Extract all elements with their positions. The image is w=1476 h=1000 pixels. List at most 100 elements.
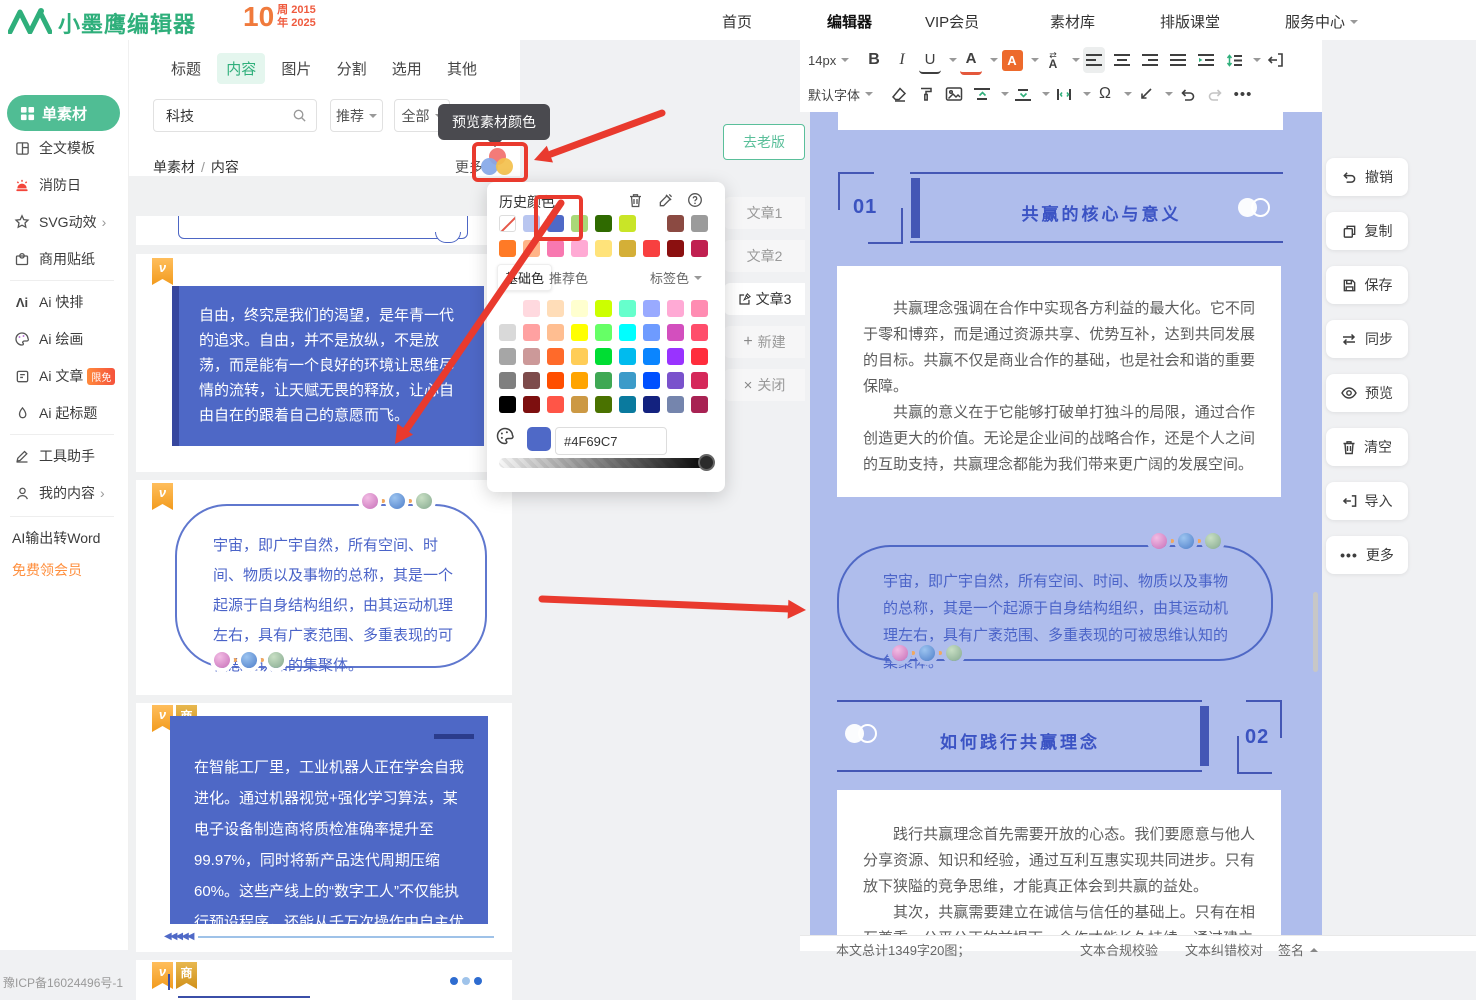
sidebar-item-free-vip[interactable]: 免费领会员 [12,558,82,582]
color-swatch[interactable] [643,240,660,257]
save-button[interactable]: 保存 [1326,266,1408,304]
sidebar-item-ai-to-word[interactable]: AI输出转Word [12,526,100,550]
color-swatch[interactable] [691,240,708,257]
format-painter-icon[interactable] [915,81,937,107]
underline-button[interactable]: U [919,46,941,74]
color-swatch[interactable] [499,300,516,317]
alpha-slider-knob[interactable] [698,454,715,471]
color-swatch[interactable] [547,324,564,341]
canvas-scrollbar[interactable] [1313,592,1318,672]
margin-top-icon[interactable] [971,81,993,107]
material-card[interactable]: ν 自由，终究是我们的渴望，是年青一代的追求。自由，并不是放纵，不是放荡，而是能… [136,254,512,472]
align-justify-button[interactable] [1167,47,1189,73]
margin-bottom-icon[interactable] [1012,81,1034,107]
nav-materials[interactable]: 素材库 [1050,11,1095,32]
eraser-icon[interactable] [887,81,909,107]
color-swatch[interactable] [643,324,660,341]
sync-button[interactable]: 同步 [1326,320,1408,358]
nav-vip[interactable]: VIP会员 [925,11,979,32]
search-icon[interactable] [292,108,307,123]
color-swatch[interactable] [571,240,588,257]
color-swatch[interactable] [643,372,660,389]
color-swatch[interactable] [691,300,708,317]
new-article-button[interactable]: +新建 [724,326,805,358]
color-swatch[interactable] [547,348,564,365]
tab-content[interactable]: 内容 [217,53,265,84]
color-swatch[interactable] [667,300,684,317]
color-swatch[interactable] [691,324,708,341]
tab-basic-colors[interactable]: 基础色 [497,264,552,291]
go-old-version-button[interactable]: 去老版 [723,124,805,160]
sidebar-item-ai-title[interactable]: Ai 起标题 [12,401,97,425]
palette-icon[interactable] [495,426,515,446]
italic-button[interactable]: I [891,47,913,73]
font-size-select[interactable]: 14px [808,53,856,68]
color-swatch[interactable] [643,348,660,365]
trash-icon[interactable] [625,190,645,210]
tab-divider[interactable]: 分割 [328,53,376,84]
font-color-button[interactable]: A [960,46,982,75]
more-button[interactable]: 更多 [455,157,483,177]
image-icon[interactable] [943,81,965,107]
color-swatch[interactable] [595,348,612,365]
tab-image[interactable]: 图片 [272,53,320,84]
hex-color-input[interactable] [555,427,667,455]
letter-spacing-button[interactable]: ⇄A [1042,47,1064,73]
color-swatch[interactable] [619,396,636,413]
sidebar-item-ai-drawing[interactable]: Ai 绘画 [12,327,83,351]
color-swatch[interactable] [547,396,564,413]
color-swatch[interactable] [691,396,708,413]
color-swatch[interactable] [523,396,540,413]
color-swatch[interactable] [667,240,684,257]
color-swatch[interactable] [523,348,540,365]
color-swatch[interactable] [643,396,660,413]
color-swatch[interactable] [667,215,684,232]
color-swatch[interactable] [571,348,588,365]
color-swatch[interactable] [619,324,636,341]
sidebar-item-svg-motion[interactable]: SVG动效› [12,210,106,234]
nav-editor[interactable]: 编辑器 [827,11,872,32]
material-card[interactable]: ν 商 在智能工厂里，工业机器人正在学会自我进化。通过机器视觉+强化学习算法，某… [136,703,512,952]
material-card-partial[interactable] [136,216,512,245]
color-swatch[interactable] [595,324,612,341]
doc-tab-2[interactable]: 文章2 [724,240,805,272]
color-swatch[interactable] [523,215,540,232]
color-swatch[interactable] [619,372,636,389]
selected-color-swatch[interactable] [527,427,551,451]
doc-tab-3-active[interactable]: 文章3 [724,283,805,315]
sidebar-item-tools[interactable]: 工具助手 [12,444,95,468]
sidebar-item-fire-day[interactable]: 消防日 [12,173,81,197]
indent-button[interactable] [1195,47,1217,73]
tab-title[interactable]: 标题 [162,53,210,84]
color-swatch[interactable] [499,348,516,365]
font-family-select[interactable]: 默认字体 [808,85,880,104]
undo-button[interactable]: 撤销 [1326,158,1408,196]
toolbar-more-button[interactable]: ••• [1232,81,1254,107]
color-swatch[interactable] [547,240,564,257]
color-swatch[interactable] [571,324,588,341]
color-swatch[interactable] [499,396,516,413]
color-swatch[interactable] [643,300,660,317]
sidebar-item-full-template[interactable]: 全文模板 [12,136,95,160]
clear-button[interactable]: 清空 [1326,428,1408,466]
color-swatch[interactable] [667,372,684,389]
sidebar-item-ai-article[interactable]: Ai 文章 限免 [12,364,115,388]
color-swatch[interactable] [499,372,516,389]
nav-classroom[interactable]: 排版课堂 [1160,11,1220,32]
color-swatch[interactable] [619,240,636,257]
color-swatch[interactable] [619,215,636,232]
lamp-icon[interactable]: Ω [1094,81,1116,107]
color-swatch[interactable] [571,300,588,317]
color-swatch[interactable] [595,215,612,232]
sidebar-item-stickers[interactable]: 商用贴纸 [12,247,95,271]
bold-button[interactable]: B [863,47,885,73]
eyedropper-icon[interactable] [655,190,675,210]
preview-material-color-button[interactable] [481,148,515,178]
color-swatch[interactable] [619,348,636,365]
color-swatch[interactable] [547,372,564,389]
line-height-button[interactable] [1223,47,1245,73]
align-right-button[interactable] [1139,47,1161,73]
tab-other[interactable]: 其他 [438,53,486,84]
tab-label-colors[interactable]: 标签色 [650,268,702,287]
import-button[interactable]: 导入 [1326,482,1408,520]
